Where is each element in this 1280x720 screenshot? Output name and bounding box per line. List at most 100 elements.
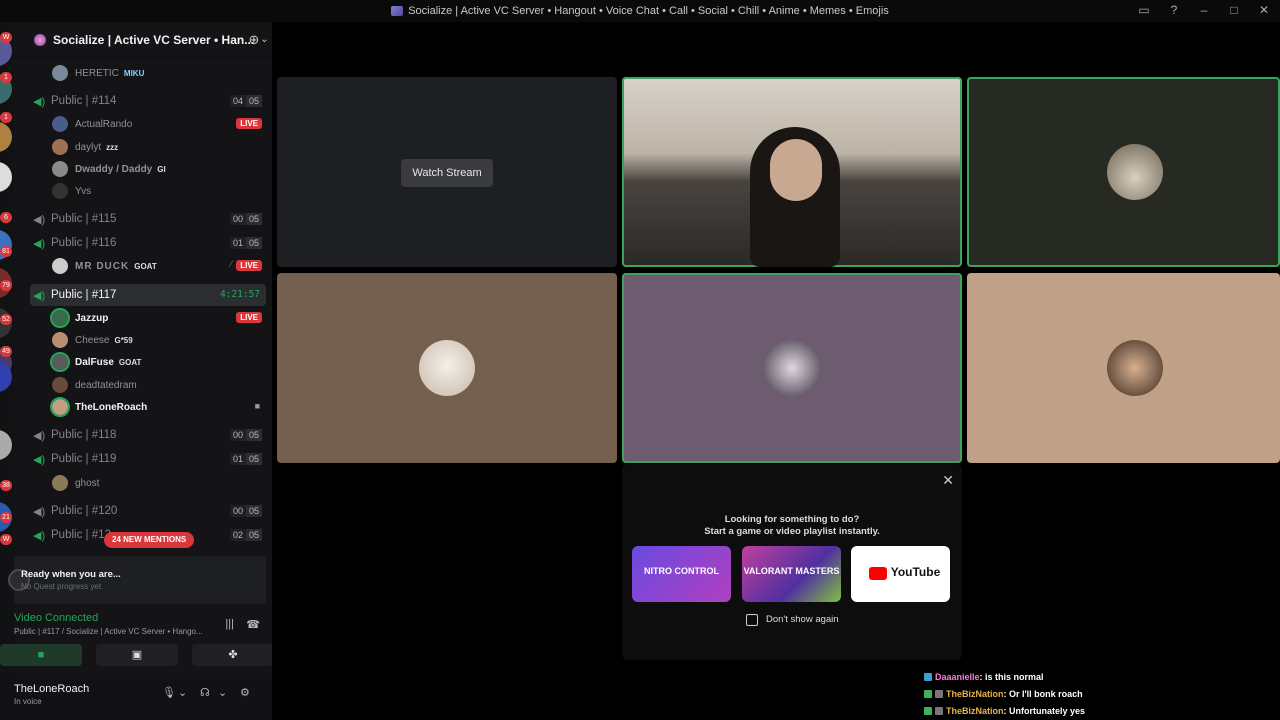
quest-banner[interactable]: Ready when you are... No Quest progress … [8,556,266,604]
quest-subtitle: No Quest progress yet [21,582,102,591]
video-camera-icon: ■ [254,401,260,411]
chevron-down-icon[interactable]: ⌄ [218,686,227,699]
user-name: deadtatedram [75,379,137,391]
voice-channel[interactable]: ◀) Public | #118 00 05 [30,424,266,446]
voice-user[interactable]: deadtatedram [52,374,266,396]
my-username[interactable]: TheLoneRoach [14,683,89,695]
voice-user[interactable]: HERETIC MIKU [52,62,266,84]
minimize-button[interactable]: – [1196,3,1212,17]
activity-card-nitro[interactable]: NITRO CONTROL [632,546,731,602]
voice-user[interactable]: Dwaddy / Daddy GI [52,158,266,180]
rail-badge: 6 [0,212,12,223]
gear-icon[interactable]: ⚙ [240,686,250,699]
user-tag: GOAT [134,261,157,271]
user-name: daylyt [75,141,102,153]
participant-tile[interactable] [622,273,962,463]
avatar [50,308,70,328]
voice-user[interactable]: Cheese G*59 [52,329,266,351]
channel-name: Public | #115 [51,213,117,225]
user-name: ActualRando [75,118,133,130]
chevron-down-icon[interactable]: ⌄ [178,686,187,699]
speaker-icon: ◀) [33,429,46,442]
speaker-icon: ◀) [33,95,46,108]
participant-tile[interactable] [277,273,617,463]
voice-user[interactable]: ghost [52,472,266,494]
user-limit: 01 05 [229,453,262,465]
activity-card-valorant[interactable]: VALORANT MASTERS [742,546,841,602]
participant-tile[interactable] [967,273,1280,463]
user-limit: 00 05 [229,213,262,225]
maximize-button[interactable]: □ [1226,3,1242,17]
avatar [50,397,70,417]
help-icon[interactable]: ? [1166,3,1182,17]
dont-show-label[interactable]: Don't show again [766,614,839,625]
voice-channel[interactable]: ◀) Public | #120 00 05 [30,500,266,522]
inbox-icon[interactable]: ▭ [1136,3,1152,17]
close-button[interactable]: ✕ [1256,3,1272,17]
rail-badge: 1 [0,112,12,123]
avatar [50,352,70,372]
close-icon[interactable]: ✕ [942,472,954,489]
voice-channel-active[interactable]: ◀) Public | #117 4:21:57 [30,284,266,306]
screen-share-button[interactable]: ▣ [96,644,178,666]
channel-name: Public | #116 [51,237,117,249]
speaker-icon: ◀) [33,237,46,250]
channel-name: Public | #119 [51,453,117,465]
activities-button[interactable]: ✤ [192,644,274,666]
voice-user[interactable]: Jazzup LIVE [50,307,266,329]
watch-stream-button[interactable]: Watch Stream [401,159,493,187]
server-icon[interactable] [0,430,12,460]
participant-avatar [1107,340,1163,396]
dont-show-checkbox[interactable] [746,614,758,626]
voice-user[interactable]: Yvs [52,180,266,202]
channel-name: Public | #12 [51,529,111,541]
user-limit: 04 05 [229,95,262,107]
voice-user[interactable]: DalFuse GOAT [50,351,266,373]
server-badge-icon [34,33,46,46]
chat-text: : Or I'll bonk roach [1003,688,1083,699]
participant-tile[interactable] [967,77,1280,267]
disconnect-icon[interactable]: ☎ [246,618,260,631]
voice-user[interactable]: daylyt zzz [52,136,266,158]
user-name: Cheese [75,334,110,346]
voice-user[interactable]: MR DUCK GOAT ⁄ LIVE [52,255,266,277]
user-name: Yvs [75,185,92,197]
stream-tile[interactable]: Watch Stream [277,77,617,267]
user-name: Jazzup [75,312,109,324]
server-icon[interactable] [0,162,12,192]
camera-button[interactable]: ■ [0,644,82,666]
rail-badge: W [0,32,12,43]
invite-people-icon[interactable]: ⊕ [246,32,262,48]
user-name: TheLoneRoach [75,401,148,413]
user-limit: 02 05 [229,529,262,541]
server-icon[interactable] [0,122,12,152]
voice-channel[interactable]: ◀) Public | #114 04 05 [30,90,266,112]
chat-user: Daaanielle [935,671,980,682]
voice-user[interactable]: ActualRando LIVE [52,113,266,135]
voice-channel[interactable]: ◀) Public | #116 01 05 [30,232,266,254]
voice-channel[interactable]: ◀) Public | #115 00 05 [30,208,266,230]
speaker-icon: ◀) [33,453,46,466]
voice-action-buttons: ■ ▣ ✤ [0,644,274,666]
user-tag: GOAT [118,357,142,367]
activity-card-youtube[interactable]: YouTube [851,546,950,602]
user-tag: G*59 [114,335,133,345]
noise-suppression-icon[interactable]: ||| [225,618,234,630]
activity-prompt: Looking for something to do? [724,514,860,525]
voice-channel[interactable]: ◀) Public | #119 01 05 [30,448,266,470]
voice-user[interactable]: TheLoneRoach ■ [50,396,266,418]
server-header[interactable]: Socialize | Active VC Server • Han... ⌄ … [14,22,272,58]
card-title: NITRO CONTROL [644,566,719,576]
channel-sidebar: Socialize | Active VC Server • Han... ⌄ … [0,22,274,720]
webcam-tile[interactable] [622,77,962,267]
live-badge: LIVE [236,260,262,271]
user-name: MR DUCK [75,260,130,272]
channel-name: Public | #117 [51,289,117,301]
connection-status[interactable]: Video Connected [14,612,98,624]
microphone-icon[interactable]: 🎙 [162,686,176,699]
new-mentions-pill[interactable]: 24 NEW MENTIONS [104,532,195,548]
window-titlebar: Socialize | Active VC Server • Hangout •… [0,0,1280,22]
headphones-icon[interactable]: ☊ [200,686,210,699]
chat-badge-icon [924,689,932,698]
speaker-icon: ◀) [33,529,46,542]
